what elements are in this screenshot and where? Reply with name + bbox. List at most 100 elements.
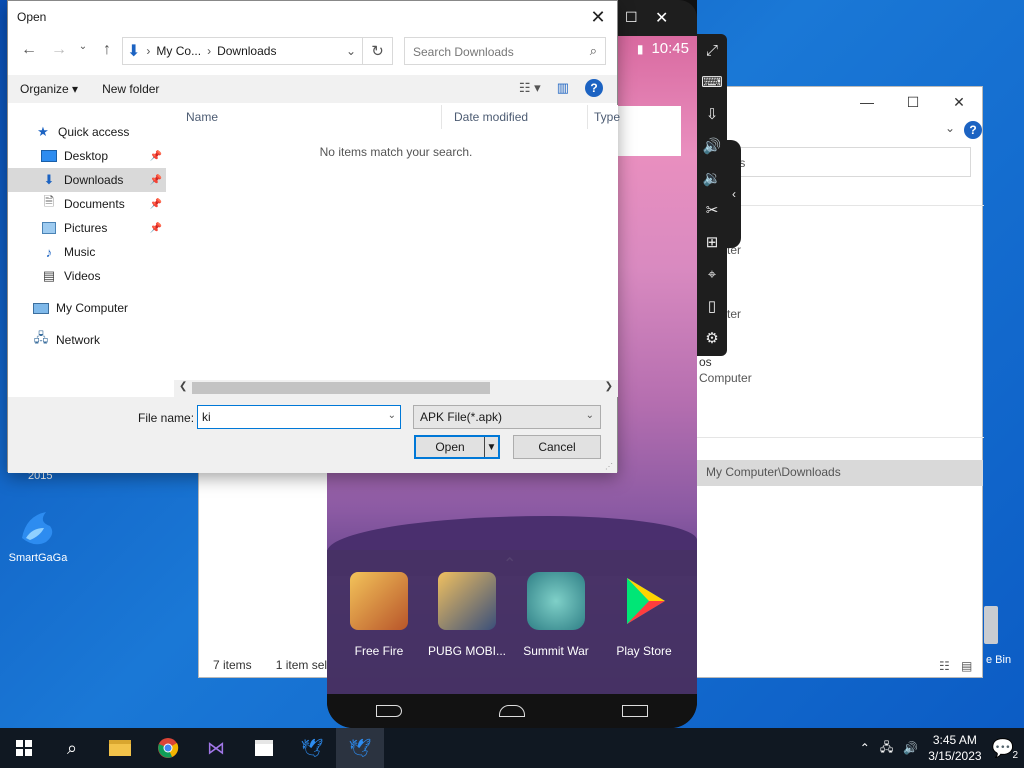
close-icon[interactable]: ✕: [581, 3, 615, 31]
view-options-icon[interactable]: ☷ ▾: [519, 80, 541, 96]
keyboard-icon[interactable]: ⌨: [697, 66, 727, 98]
screenshot-scissors-icon[interactable]: ✂: [697, 194, 727, 226]
nav-item-downloads[interactable]: ⬇ Downloads 📌: [8, 168, 166, 192]
windows-start-icon[interactable]: [0, 728, 48, 768]
home-icon[interactable]: [498, 705, 525, 717]
chevron-down-icon[interactable]: ⌄: [586, 410, 594, 421]
maximize-icon[interactable]: ☐: [890, 87, 936, 117]
organize-label: Organize: [20, 82, 69, 96]
back-icon[interactable]: [375, 705, 402, 717]
desktop-icon-smartgaga[interactable]: SmartGaGa: [6, 508, 70, 564]
network-icon: 🖧: [33, 330, 49, 345]
refresh-icon[interactable]: ↻: [363, 37, 393, 65]
file-name-input[interactable]: ki ⌄: [197, 405, 401, 429]
preview-pane-icon[interactable]: ▥: [557, 80, 569, 96]
clock[interactable]: 3:45 AM 3/15/2023: [928, 732, 981, 764]
maximize-icon[interactable]: ☐: [625, 9, 638, 26]
minimize-icon[interactable]: —: [844, 87, 890, 117]
large-icons-view-icon[interactable]: ▤: [961, 659, 972, 673]
app-free-fire[interactable]: Free Fire: [339, 572, 419, 658]
search-icon[interactable]: ⌕: [48, 728, 96, 768]
store-icon[interactable]: [240, 728, 288, 768]
open-button[interactable]: Open ▼: [414, 435, 500, 459]
chevron-up-icon[interactable]: ⌃: [860, 741, 870, 755]
app-pubg-mobile[interactable]: PUBG MOBI...: [427, 572, 507, 658]
android-time: 10:45: [651, 40, 689, 57]
cancel-button[interactable]: Cancel: [513, 435, 601, 459]
smartgaga-icon: [22, 512, 53, 545]
open-split-dropdown-icon[interactable]: ▼: [484, 437, 498, 457]
nav-item-quick-access[interactable]: ★ Quick access: [8, 120, 166, 144]
column-header-date-modified[interactable]: Date modified: [442, 105, 588, 129]
help-icon[interactable]: ?: [964, 121, 982, 139]
nav-label: Pictures: [64, 221, 108, 235]
up-arrow-icon[interactable]: ↑: [96, 41, 118, 59]
breadcrumb-my-computer[interactable]: My Co...: [156, 44, 201, 58]
nav-label: Videos: [64, 269, 101, 283]
help-icon[interactable]: ?: [585, 79, 603, 97]
address-bar[interactable]: ⬇ › My Co... › Downloads ⌄: [122, 37, 363, 65]
notification-center-icon[interactable]: 💬 2: [992, 738, 1018, 761]
smartgaga-taskbar-icon[interactable]: 🕊: [288, 728, 336, 768]
chrome-icon[interactable]: [144, 728, 192, 768]
app-play-store[interactable]: Play Store: [604, 572, 684, 658]
android-nav-bar: [327, 694, 697, 728]
pin-icon[interactable]: 📌: [150, 223, 162, 234]
app-label: Play Store: [616, 644, 672, 658]
column-header-type[interactable]: Type: [588, 105, 620, 129]
add-window-icon[interactable]: ⊞: [697, 226, 727, 258]
search-input[interactable]: Search Downloads ⌕: [404, 37, 606, 65]
smartgaga-active-taskbar-icon[interactable]: 🕊: [336, 728, 384, 768]
details-view-icon[interactable]: ☷: [939, 659, 950, 673]
forward-arrow-icon[interactable]: →: [48, 41, 70, 59]
chevron-down-icon[interactable]: ⌄: [945, 121, 955, 135]
scrollbar-thumb[interactable]: [192, 382, 490, 394]
nav-item-pictures[interactable]: Pictures 📌: [8, 216, 166, 240]
pin-icon[interactable]: 📌: [150, 151, 162, 162]
app-dock: Free Fire PUBG MOBI... Summit War Play S…: [327, 550, 697, 696]
nav-item-network[interactable]: 🖧 Network: [8, 328, 166, 352]
file-type-select[interactable]: APK File(*.apk) ⌄: [413, 405, 601, 429]
apk-install-icon[interactable]: ⇩: [697, 98, 727, 130]
pin-icon[interactable]: 📌: [150, 199, 162, 210]
recents-icon[interactable]: [622, 705, 649, 717]
resize-grip-icon[interactable]: ⋰: [605, 462, 613, 471]
close-icon[interactable]: ✕: [936, 87, 982, 117]
column-header-name[interactable]: Name: [174, 105, 442, 129]
bg-row-label: os: [699, 355, 712, 369]
search-widget[interactable]: [617, 106, 681, 156]
collapse-toolbar-chevron-icon[interactable]: ‹: [727, 140, 741, 248]
file-explorer-icon[interactable]: [96, 728, 144, 768]
visual-studio-icon[interactable]: ⋈: [192, 728, 240, 768]
breadcrumb-downloads[interactable]: Downloads: [217, 44, 276, 58]
chevron-down-icon[interactable]: ⌄: [78, 41, 88, 59]
nav-item-music[interactable]: ♪ Music: [8, 240, 166, 264]
close-icon[interactable]: ✕: [655, 8, 668, 28]
nav-label: Network: [56, 333, 101, 347]
scroll-left-icon[interactable]: ❮: [179, 381, 187, 392]
recycle-bin-icon[interactable]: [984, 606, 998, 644]
scroll-right-icon[interactable]: ❯: [605, 381, 613, 392]
volume-icon[interactable]: 🔊: [903, 741, 918, 755]
location-icon[interactable]: ⌖: [697, 258, 727, 290]
nav-item-my-computer[interactable]: My Computer: [8, 296, 166, 320]
fullscreen-icon[interactable]: ⤢: [697, 34, 727, 66]
volume-up-icon[interactable]: 🔊: [697, 130, 727, 162]
chevron-down-icon[interactable]: ⌄: [388, 410, 396, 421]
nav-item-documents[interactable]: 🗎 Documents 📌: [8, 192, 166, 216]
bg-selected-path[interactable]: My Computer\Downloads: [694, 460, 983, 486]
organize-menu[interactable]: Organize ▾: [8, 82, 90, 96]
settings-gear-icon[interactable]: ⚙: [697, 322, 727, 354]
network-icon[interactable]: 🖧: [880, 738, 893, 759]
shake-icon[interactable]: ▯: [697, 290, 727, 322]
nav-item-desktop[interactable]: Desktop 📌: [8, 144, 166, 168]
new-folder-button[interactable]: New folder: [90, 82, 171, 96]
chevron-down-icon[interactable]: ⌄: [346, 44, 356, 58]
nav-item-videos[interactable]: ▤ Videos: [8, 264, 166, 288]
volume-down-icon[interactable]: 🔉: [697, 162, 727, 194]
app-summit-war[interactable]: Summit War: [516, 572, 596, 658]
horizontal-scrollbar[interactable]: ❮ ❯: [174, 380, 618, 397]
pin-icon[interactable]: 📌: [150, 175, 162, 186]
back-arrow-icon[interactable]: ←: [18, 41, 40, 59]
pubg-icon: [438, 572, 496, 630]
